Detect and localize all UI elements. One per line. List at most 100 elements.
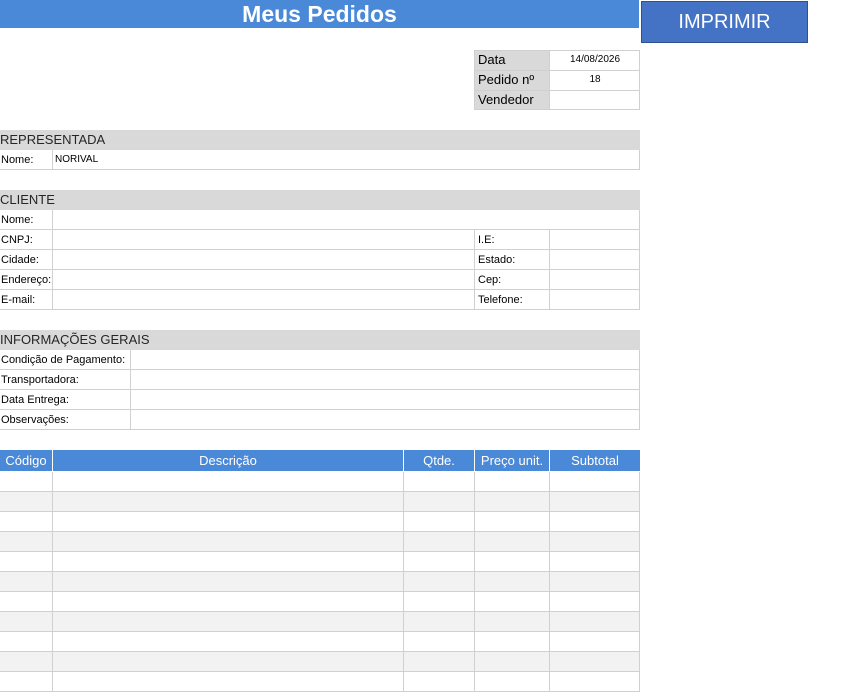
column-header-code[interactable]: Código xyxy=(0,450,53,471)
table-cell-description[interactable] xyxy=(53,572,404,592)
table-cell-subtotal[interactable] xyxy=(550,492,640,512)
table-cell-subtotal[interactable] xyxy=(550,672,640,692)
client-ie-field[interactable] xyxy=(550,230,639,249)
table-row xyxy=(0,512,640,532)
table-cell-quantity[interactable] xyxy=(404,652,475,672)
divider xyxy=(0,409,640,410)
table-cell-unit-price[interactable] xyxy=(475,592,550,612)
table-cell-code[interactable] xyxy=(0,492,53,512)
table-cell-quantity[interactable] xyxy=(404,592,475,612)
table-cell-quantity[interactable] xyxy=(404,572,475,592)
representada-name-field[interactable]: NORIVAL xyxy=(55,150,635,170)
table-cell-quantity[interactable] xyxy=(404,532,475,552)
table-cell-subtotal[interactable] xyxy=(550,652,640,672)
print-button[interactable]: IMPRIMIR xyxy=(641,1,808,43)
table-cell-code[interactable] xyxy=(0,512,53,532)
client-email-label: E-mail: xyxy=(1,294,36,306)
table-cell-unit-price[interactable] xyxy=(475,672,550,692)
table-cell-code[interactable] xyxy=(0,672,53,692)
table-cell-subtotal[interactable] xyxy=(550,572,640,592)
table-row xyxy=(0,652,640,672)
carrier-field[interactable] xyxy=(131,370,639,389)
table-cell-subtotal[interactable] xyxy=(550,612,640,632)
table-row xyxy=(0,612,640,632)
table-cell-unit-price[interactable] xyxy=(475,632,550,652)
table-cell-unit-price[interactable] xyxy=(475,512,550,532)
divider xyxy=(475,90,640,91)
table-cell-unit-price[interactable] xyxy=(475,652,550,672)
table-cell-description[interactable] xyxy=(53,532,404,552)
table-cell-code[interactable] xyxy=(0,612,53,632)
order-number-field[interactable]: 18 xyxy=(550,70,640,90)
divider xyxy=(52,210,53,310)
table-cell-code[interactable] xyxy=(0,652,53,672)
table-cell-quantity[interactable] xyxy=(404,612,475,632)
table-cell-description[interactable] xyxy=(53,672,404,692)
table-cell-quantity[interactable] xyxy=(404,512,475,532)
column-header-unit-price[interactable]: Preço unit. xyxy=(475,450,550,471)
table-cell-quantity[interactable] xyxy=(404,492,475,512)
table-cell-code[interactable] xyxy=(0,532,53,552)
table-cell-subtotal[interactable] xyxy=(550,472,640,492)
table-cell-subtotal[interactable] xyxy=(550,592,640,612)
table-cell-quantity[interactable] xyxy=(404,632,475,652)
notes-field[interactable] xyxy=(131,410,639,429)
payment-condition-field[interactable] xyxy=(131,350,639,369)
divider xyxy=(639,150,640,170)
divider xyxy=(475,109,640,110)
table-cell-description[interactable] xyxy=(53,552,404,572)
table-cell-unit-price[interactable] xyxy=(475,612,550,632)
table-cell-unit-price[interactable] xyxy=(475,492,550,512)
divider xyxy=(475,50,640,51)
date-field[interactable]: 14/08/2026 xyxy=(550,50,640,70)
column-header-subtotal[interactable]: Subtotal xyxy=(550,450,640,471)
table-cell-description[interactable] xyxy=(53,612,404,632)
client-city-field[interactable] xyxy=(53,250,474,269)
client-name-field[interactable] xyxy=(53,210,639,229)
table-cell-code[interactable] xyxy=(0,572,53,592)
table-cell-unit-price[interactable] xyxy=(475,552,550,572)
client-address-field[interactable] xyxy=(53,270,474,289)
column-header-description[interactable]: Descrição xyxy=(53,450,404,471)
seller-field[interactable] xyxy=(550,90,640,110)
representada-name-label: Nome: xyxy=(1,154,34,166)
table-cell-quantity[interactable] xyxy=(404,552,475,572)
table-cell-subtotal[interactable] xyxy=(550,632,640,652)
table-row xyxy=(0,592,640,612)
table-cell-code[interactable] xyxy=(0,592,53,612)
delivery-date-field[interactable] xyxy=(131,390,639,409)
notes-label: Observações: xyxy=(1,414,69,426)
table-cell-description[interactable] xyxy=(53,472,404,492)
table-cell-subtotal[interactable] xyxy=(550,512,640,532)
client-state-field[interactable] xyxy=(550,250,639,269)
table-cell-description[interactable] xyxy=(53,592,404,612)
client-ie-label: I.E: xyxy=(478,234,495,246)
table-cell-unit-price[interactable] xyxy=(475,532,550,552)
client-phone-field[interactable] xyxy=(550,290,639,309)
client-cnpj-field[interactable] xyxy=(53,230,474,249)
table-cell-unit-price[interactable] xyxy=(475,472,550,492)
table-cell-subtotal[interactable] xyxy=(550,532,640,552)
column-header-quantity[interactable]: Qtde. xyxy=(404,450,475,471)
order-number-label: Pedido nº xyxy=(478,72,535,87)
divider xyxy=(639,350,640,430)
divider xyxy=(0,289,640,290)
table-row xyxy=(0,492,640,512)
table-cell-quantity[interactable] xyxy=(404,672,475,692)
table-cell-description[interactable] xyxy=(53,652,404,672)
table-cell-unit-price[interactable] xyxy=(475,572,550,592)
table-row xyxy=(0,632,640,652)
table-cell-subtotal[interactable] xyxy=(550,552,640,572)
table-cell-code[interactable] xyxy=(0,552,53,572)
delivery-date-label: Data Entrega: xyxy=(1,394,69,406)
client-cep-field[interactable] xyxy=(550,270,639,289)
divider xyxy=(130,350,131,430)
table-cell-code[interactable] xyxy=(0,632,53,652)
client-email-field[interactable] xyxy=(53,290,474,309)
table-cell-quantity[interactable] xyxy=(404,472,475,492)
table-cell-description[interactable] xyxy=(53,512,404,532)
table-cell-description[interactable] xyxy=(53,492,404,512)
table-cell-description[interactable] xyxy=(53,632,404,652)
table-cell-code[interactable] xyxy=(0,472,53,492)
divider xyxy=(639,210,640,310)
